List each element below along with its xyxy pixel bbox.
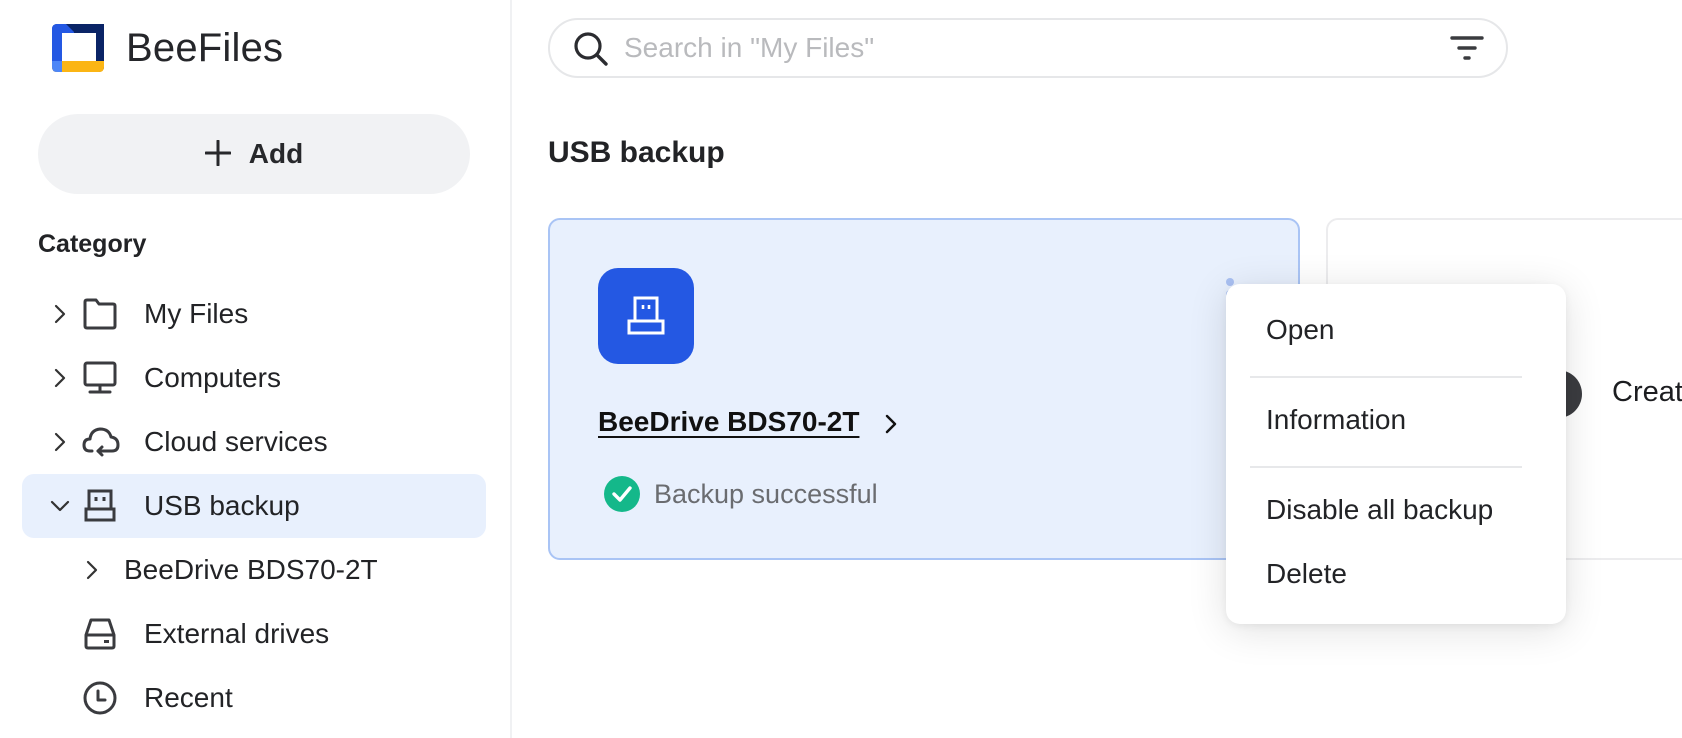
chevron-right-icon[interactable] [880,410,904,438]
menu-item-delete[interactable]: Delete [1266,558,1347,590]
add-button-label: Add [248,138,304,169]
sidebar-item-external-drives[interactable]: External drives [22,602,486,666]
usb-drive-icon [82,488,118,524]
chevron-right-icon[interactable] [50,304,70,324]
page-title: USB backup [548,136,725,169]
device-card[interactable]: BeeDrive BDS70-2T Backup successful [548,218,1300,560]
cloud-sync-icon [82,424,120,460]
folder-icon [82,296,118,332]
filter-icon[interactable] [1450,34,1484,64]
app-name: BeeFiles [126,25,284,70]
brand[interactable]: BeeFiles [52,24,283,72]
menu-divider [1250,376,1522,378]
sidebar-item-label: USB backup [144,490,300,521]
search-input[interactable] [624,28,1404,68]
device-name-link[interactable]: BeeDrive BDS70-2T [598,406,859,438]
sidebar-item-beedrive[interactable]: BeeDrive BDS70-2T [22,538,486,602]
sidebar-item-my-files[interactable]: My Files [22,282,486,346]
chevron-down-icon[interactable] [50,496,70,516]
add-button[interactable]: Add [38,114,470,194]
menu-item-disable-all-backup[interactable]: Disable all backup [1266,494,1493,526]
monitor-icon [82,360,118,396]
sidebar-item-usb-backup[interactable]: USB backup [22,474,486,538]
check-circle-icon [604,476,640,512]
category-heading: Category [38,230,147,258]
beefiles-logo-icon [52,24,104,72]
plus-icon [204,135,232,173]
sidebar-item-computers[interactable]: Computers [22,346,486,410]
sidebar-item-label: Computers [144,362,281,393]
search-icon[interactable] [572,30,610,68]
create-backup-label: Creat [1612,376,1682,408]
chevron-right-icon[interactable] [50,432,70,452]
sidebar-item-label: Recent [144,682,233,713]
status-text: Backup successful [654,478,878,509]
chevron-right-icon[interactable] [50,368,70,388]
usb-drive-icon [598,268,694,364]
hard-drive-icon [82,616,118,652]
context-menu: Open Information Disable all backup Dele… [1226,284,1566,624]
chevron-right-icon[interactable] [82,560,102,580]
menu-divider [1250,466,1522,468]
search-bar[interactable] [548,18,1508,78]
menu-item-open[interactable]: Open [1266,314,1335,346]
clock-icon [82,680,118,716]
menu-item-information[interactable]: Information [1266,404,1406,436]
sidebar-item-recent[interactable]: Recent [22,666,486,730]
sidebar-item-label: BeeDrive BDS70-2T [124,554,378,585]
sidebar-item-cloud-services[interactable]: Cloud services [22,410,486,474]
sidebar-item-label: External drives [144,618,330,649]
sidebar-item-label: Cloud services [144,426,328,457]
sidebar: BeeFiles Add Category My Files Computers [0,0,512,738]
backup-status: Backup successful [604,476,878,512]
sidebar-item-label: My Files [144,298,249,329]
